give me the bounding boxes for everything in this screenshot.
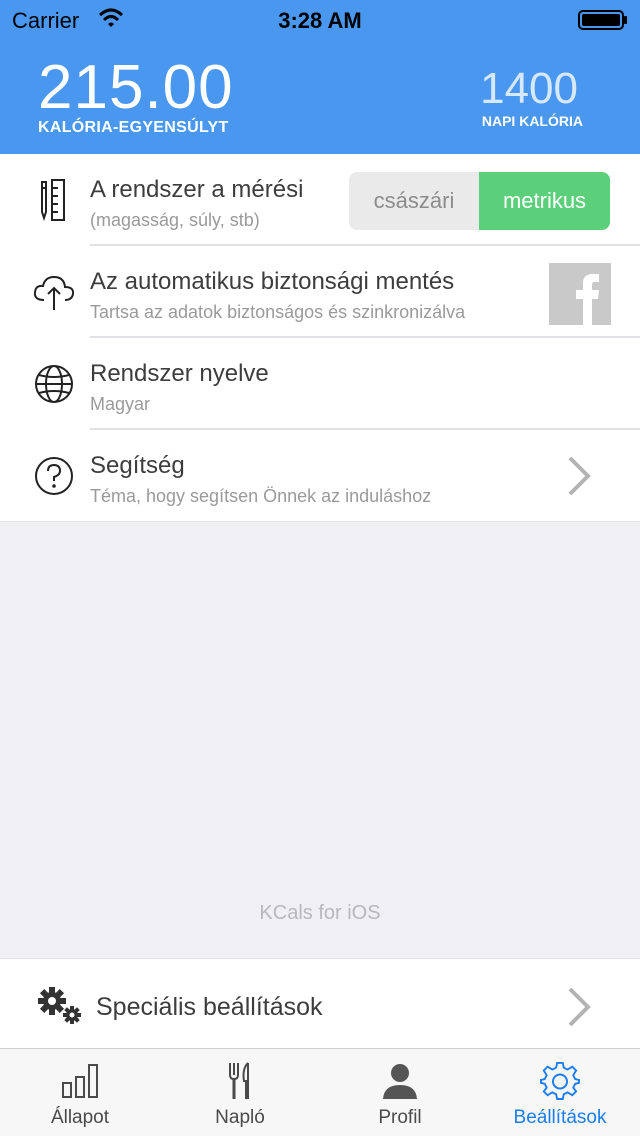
status-time: 3:28 AM: [278, 8, 362, 33]
tab-label: Napló: [215, 1107, 265, 1128]
calorie-balance-label: KALÓRIA-EGYENSÚLYT: [38, 119, 229, 136]
header: Carrier 3:28 AM 215.00 KALÓRIA-EGYENSÚLY…: [0, 0, 640, 154]
pencil-ruler-icon: [41, 179, 65, 222]
language-setting-row[interactable]: Rendszer nyelve Magyar: [0, 338, 640, 430]
daily-calorie-label: NAPI KALÓRIA: [481, 113, 583, 129]
tab-log[interactable]: Napló: [160, 1049, 320, 1136]
app-version-note: KCals for iOS: [259, 902, 381, 924]
help-setting-row[interactable]: Segítség Téma, hogy segítsen Önnek az in…: [0, 430, 640, 522]
person-icon: [383, 1064, 417, 1099]
language-value: Magyar: [90, 394, 151, 414]
backup-title: Az automatikus biztonsági mentés: [90, 268, 455, 295]
settings-list: A rendszer a mérési (magasság, súly, stb…: [0, 154, 640, 522]
cloud-upload-icon: [33, 275, 75, 310]
special-settings-label: Speciális beállítások: [96, 993, 323, 1021]
battery-icon: [578, 10, 627, 30]
bar-chart-icon: [62, 1064, 98, 1098]
fork-knife-icon: [229, 1062, 249, 1099]
tab-bar: Állapot Napló Profil Beállítások: [0, 1048, 640, 1136]
gear-icon: [540, 1061, 580, 1100]
units-title: A rendszer a mérési: [90, 176, 304, 203]
facebook-icon: [576, 274, 599, 325]
imperial-option[interactable]: császári: [349, 172, 479, 230]
units-segmented-control: császári metrikus: [349, 172, 610, 230]
backup-subtitle: Tartsa az adatok biztonságos és szinkron…: [90, 302, 466, 322]
status-bar: Carrier 3:28 AM: [0, 0, 640, 40]
calorie-balance-value: 215.00: [38, 53, 234, 122]
metric-option[interactable]: metrikus: [479, 172, 610, 230]
help-subtitle: Téma, hogy segítsen Önnek az induláshoz: [90, 486, 432, 506]
units-subtitle: (magasság, súly, stb): [90, 210, 260, 230]
tab-profile[interactable]: Profil: [320, 1049, 480, 1136]
tab-settings[interactable]: Beállítások: [480, 1049, 640, 1136]
tab-label: Állapot: [50, 1107, 110, 1128]
chevron-right-icon: [568, 987, 591, 1027]
globe-icon: [35, 365, 73, 403]
help-title: Segítség: [90, 452, 185, 479]
units-setting-row: A rendszer a mérési (magasság, súly, stb…: [0, 154, 640, 246]
tab-label: Beállítások: [513, 1107, 607, 1128]
daily-calorie-value: 1400: [480, 64, 578, 113]
gears-icon: [38, 987, 81, 1024]
facebook-button[interactable]: [549, 263, 611, 325]
tab-label: Profil: [378, 1107, 422, 1128]
question-mark-icon: [35, 457, 73, 495]
tab-status[interactable]: Állapot: [0, 1049, 160, 1136]
backup-setting-row: Az automatikus biztonsági mentés Tartsa …: [0, 246, 640, 338]
language-title: Rendszer nyelve: [90, 360, 269, 387]
special-settings-row[interactable]: Speciális beállítások: [0, 958, 640, 1048]
chevron-right-icon: [568, 456, 591, 496]
